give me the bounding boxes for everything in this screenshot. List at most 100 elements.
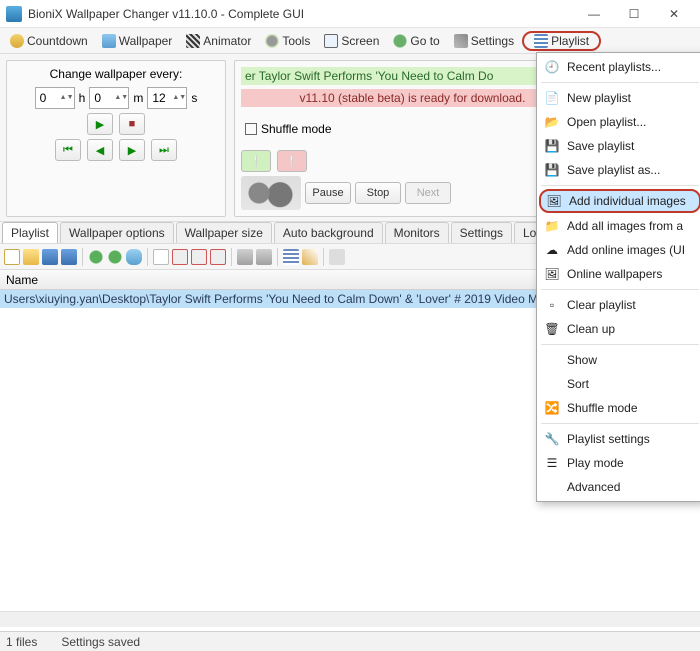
menu-animator[interactable]: Animator <box>180 32 257 50</box>
menu-online-wallpapers[interactable]: 🖼Online wallpapers <box>537 262 700 286</box>
window-title: BioniX Wallpaper Changer v11.10.0 - Comp… <box>28 7 574 21</box>
playlist-icon <box>534 34 548 48</box>
stop-button[interactable]: Stop <box>355 182 401 204</box>
forward-button[interactable]: ⏭ <box>151 139 177 161</box>
menu-new-playlist[interactable]: 📄New playlist <box>537 86 700 110</box>
tab-settings[interactable]: Settings <box>451 222 512 243</box>
doc-icon[interactable] <box>153 249 169 265</box>
next-button[interactable]: Next <box>405 182 451 204</box>
now-playing-banner: er Taylor Swift Performs 'You Need to Ca… <box>241 67 584 85</box>
statusbar: 1 files Settings saved <box>0 631 700 651</box>
images-icon: 🖼 <box>543 266 561 282</box>
gear-icon <box>265 34 279 48</box>
saveas-icon: 💾 <box>543 162 561 178</box>
playlist-dropdown: 🕘Recent playlists... 📄New playlist 📂Open… <box>536 52 700 502</box>
timer-play-button[interactable]: ▶ <box>87 113 113 135</box>
rewind-button[interactable]: ⏮ <box>55 139 81 161</box>
maximize-button[interactable]: ☐ <box>614 0 654 28</box>
tab-auto-background[interactable]: Auto background <box>274 222 383 243</box>
tab-wallpaper-options[interactable]: Wallpaper options <box>60 222 174 243</box>
trash-x-icon[interactable] <box>256 249 272 265</box>
tab-wallpaper-size[interactable]: Wallpaper size <box>176 222 272 243</box>
del2-icon[interactable] <box>191 249 207 265</box>
menu-playlist-settings[interactable]: 🔧Playlist settings <box>537 427 700 451</box>
menu-add-all-images[interactable]: 📁Add all images from a <box>537 214 700 238</box>
minutes-input[interactable]: 0▲▼ <box>89 87 129 109</box>
menu-tools[interactable]: Tools <box>259 32 316 50</box>
menu-play-mode[interactable]: ☰Play mode <box>537 451 700 475</box>
history-icon: 🕘 <box>543 59 561 75</box>
saveas-icon[interactable] <box>61 249 77 265</box>
minimize-button[interactable]: — <box>574 0 614 28</box>
refresh-x-icon[interactable] <box>107 249 123 265</box>
list-icon: ☰ <box>543 455 561 471</box>
menu-countdown[interactable]: Countdown <box>4 32 94 50</box>
update-notice[interactable]: v11.10 (stable beta) is ready for downlo… <box>241 89 584 107</box>
menu-save-playlist-as[interactable]: 💾Save playlist as... <box>537 158 700 182</box>
menu-playlist[interactable]: Playlist <box>522 31 601 51</box>
tab-playlist[interactable]: Playlist <box>2 222 58 243</box>
status-message: Settings saved <box>61 635 140 649</box>
menu-settings[interactable]: Settings <box>448 32 520 50</box>
shuffle-icon: 🔀 <box>543 400 561 416</box>
hours-input[interactable]: 0▲▼ <box>35 87 75 109</box>
menu-clear-playlist[interactable]: ▫Clear playlist <box>537 293 700 317</box>
new-icon: 📄 <box>543 90 561 106</box>
monitor-icon <box>324 34 338 48</box>
menu-add-online-images[interactable]: ☁Add online images (UI <box>537 238 700 262</box>
folder-icon: 📂 <box>543 114 561 130</box>
clapper-icon <box>186 34 200 48</box>
close-button[interactable]: ✕ <box>654 0 694 28</box>
wrench-icon: 🔧 <box>543 431 561 447</box>
hours-unit: h <box>79 91 86 105</box>
horizontal-scrollbar[interactable] <box>0 611 700 627</box>
list-icon[interactable] <box>283 249 299 265</box>
titlebar: BioniX Wallpaper Changer v11.10.0 - Comp… <box>0 0 700 28</box>
wrench-icon <box>454 34 468 48</box>
menu-shuffle-mode[interactable]: 🔀Shuffle mode <box>537 396 700 420</box>
menu-save-playlist[interactable]: 💾Save playlist <box>537 134 700 158</box>
menu-add-individual-images[interactable]: 🖼Add individual images <box>539 189 700 213</box>
refresh-icon[interactable] <box>88 249 104 265</box>
image-icon <box>102 34 116 48</box>
edit-icon[interactable] <box>302 249 318 265</box>
cloud-icon[interactable] <box>126 249 142 265</box>
open-folder-icon[interactable] <box>23 249 39 265</box>
menu-show[interactable]: Show <box>537 348 700 372</box>
menu-goto[interactable]: Go to <box>387 32 445 50</box>
save-icon[interactable] <box>42 249 58 265</box>
status-file-count: 1 files <box>6 635 37 649</box>
minutes-unit: m <box>133 91 143 105</box>
menu-recent-playlists[interactable]: 🕘Recent playlists... <box>537 55 700 79</box>
save-icon: 💾 <box>543 138 561 154</box>
new-file-icon[interactable] <box>4 249 20 265</box>
menu-sort[interactable]: Sort <box>537 372 700 396</box>
app-icon <box>6 6 22 22</box>
del3-icon[interactable] <box>210 249 226 265</box>
menu-advanced[interactable]: Advanced <box>537 475 700 499</box>
seconds-unit: s <box>191 91 197 105</box>
menu-clean-up[interactable]: 🗑Clean up <box>537 317 700 341</box>
flag-green-button[interactable]: ❕ <box>241 150 271 172</box>
prev-button[interactable]: ◀ <box>87 139 113 161</box>
trash-icon[interactable] <box>237 249 253 265</box>
gears-icon <box>241 176 301 210</box>
menubar: Countdown Wallpaper Animator Tools Scree… <box>0 28 700 54</box>
next-track-button[interactable]: ▶ <box>119 139 145 161</box>
timer-stop-button[interactable]: ■ <box>119 113 145 135</box>
tab-monitors[interactable]: Monitors <box>385 222 449 243</box>
timer-panel: Change wallpaper every: 0▲▼h 0▲▼m 12▲▼s … <box>6 60 226 217</box>
menu-open-playlist[interactable]: 📂Open playlist... <box>537 110 700 134</box>
clock-icon <box>10 34 24 48</box>
flag-red-button[interactable]: ❕ <box>277 150 307 172</box>
add-image-icon: 🖼 <box>545 193 563 209</box>
pause-button[interactable]: Pause <box>305 182 351 204</box>
add-folder-icon: 📁 <box>543 218 561 234</box>
shuffle-checkbox[interactable]: Shuffle mode <box>245 122 332 136</box>
blank-icon: ▫ <box>543 297 561 313</box>
menu-screen[interactable]: Screen <box>318 32 385 50</box>
del1-icon[interactable] <box>172 249 188 265</box>
menu-wallpaper[interactable]: Wallpaper <box>96 32 179 50</box>
seconds-input[interactable]: 12▲▼ <box>147 87 187 109</box>
gray-icon[interactable] <box>329 249 345 265</box>
